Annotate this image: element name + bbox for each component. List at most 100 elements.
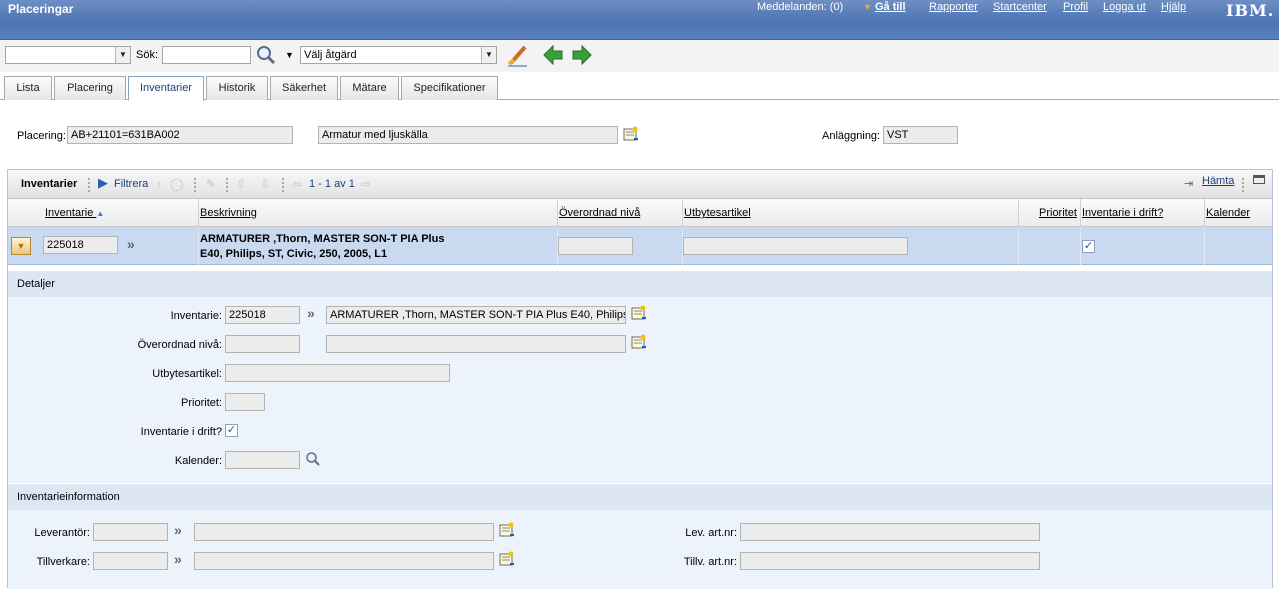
column-header-kalender[interactable]: Kalender (1206, 207, 1250, 219)
column-header-inventarie-i-drift[interactable]: Inventarie i drift? (1082, 207, 1163, 219)
detail-parent-description-field[interactable] (326, 335, 626, 353)
table-title: Inventarier (21, 178, 78, 190)
logout-link[interactable]: Logga ut (1103, 1, 1146, 13)
go-to-manufacturer-icon[interactable]: » (174, 551, 182, 567)
startcenter-link[interactable]: Startcenter (993, 1, 1047, 13)
manufacturer-field[interactable] (93, 552, 168, 570)
row-details-toggle-icon[interactable]: ▼ (11, 237, 31, 255)
location-label: Placering: (17, 130, 66, 142)
manufacturer-part-number-label: Tillv. art.nr: (683, 556, 737, 568)
vendor-label: Leverantör: (34, 527, 90, 539)
column-divider (1080, 227, 1081, 265)
detail-asset-label: Inventarie: (170, 310, 222, 322)
location-field[interactable]: AB+21101=631BA002 (67, 126, 293, 144)
tab-matare[interactable]: Mätare (340, 76, 399, 100)
reports-link[interactable]: Rapporter (929, 1, 978, 13)
column-divider (557, 199, 558, 227)
filter-button[interactable]: Filtrera (114, 178, 148, 190)
details-section: Inventarie: 225018 » ARMATURER ,Thorn, M… (8, 297, 1272, 483)
find-disabled-icon: ◯ (170, 177, 184, 191)
detail-in-operation-checkbox[interactable]: ✓ (225, 424, 238, 437)
location-description-field[interactable]: Armatur med ljuskälla (318, 126, 618, 144)
collapse-icon: › (157, 177, 161, 191)
column-header-prioritet[interactable]: Prioritet (1039, 207, 1077, 219)
detail-asset-field[interactable]: 225018 (225, 306, 300, 324)
tab-placering[interactable]: Placering (54, 76, 126, 100)
tab-specifikationer[interactable]: Specifikationer (401, 76, 498, 100)
goto-label: Gå till (874, 1, 906, 13)
column-divider (198, 227, 199, 265)
detail-calendar-field[interactable] (225, 451, 300, 469)
column-header-inventarie[interactable]: Inventarie ▲ (45, 207, 104, 219)
move-up-icon: ⇧ (236, 177, 247, 191)
toolbar-separator (226, 178, 228, 192)
column-header-beskrivning[interactable]: Beskrivning (200, 207, 257, 219)
tab-inventarier[interactable]: Inventarier (128, 76, 204, 101)
vendor-field[interactable] (93, 523, 168, 541)
asset-info-section: Leverantör: » Lev. art.nr: Tillverkare: … (8, 510, 1272, 589)
table-toolbar: Inventarier ▶ Filtrera › ◯ ✎ ⇧ ⇩ ⇦ 1 - 1… (8, 170, 1272, 199)
detail-asset-description-field[interactable]: ARMATURER ,Thorn, MASTER SON-T PIA Plus … (326, 306, 626, 324)
long-description-icon[interactable] (631, 305, 647, 321)
toolbar-separator (282, 178, 284, 192)
detail-calendar-label: Kalender: (174, 455, 222, 467)
long-description-icon[interactable] (623, 126, 639, 142)
site-field[interactable]: VST (883, 126, 958, 144)
help-link[interactable]: Hjälp (1161, 1, 1186, 13)
column-header-overordnad-niva[interactable]: Överordnad nivå (559, 207, 640, 219)
chevron-down-icon[interactable]: ▼ (481, 47, 496, 63)
long-description-icon[interactable] (499, 522, 515, 538)
goto-arrow-icon: ▼ (863, 2, 872, 12)
long-description-icon[interactable] (499, 551, 515, 567)
row-description-line1: ARMATURER ,Thorn, MASTER SON-T PIA Plus (200, 233, 445, 245)
messages-link[interactable]: Meddelanden: (0) (757, 1, 843, 13)
previous-record-icon[interactable] (542, 44, 564, 66)
chevron-down-icon[interactable]: ▼ (115, 47, 130, 63)
manufacturer-part-number-field[interactable] (740, 552, 1040, 570)
table-row[interactable]: ▼ 225018 » ARMATURER ,Thorn, MASTER SON-… (8, 227, 1272, 265)
long-description-icon[interactable] (631, 334, 647, 350)
clear-changes-icon[interactable] (505, 43, 529, 67)
asset-info-section-header: Inventarieinformation (8, 484, 1272, 510)
search-icon[interactable] (305, 451, 321, 467)
go-to-asset-icon[interactable]: » (127, 236, 135, 252)
row-description-line2: E40, Philips, ST, Civic, 250, 2005, L1 (200, 248, 388, 260)
saved-query-select[interactable]: ▼ (5, 46, 131, 64)
vendor-description-field[interactable] (194, 523, 494, 541)
detail-rotating-item-field[interactable] (225, 364, 450, 382)
toolbar-separator (194, 178, 196, 192)
vendor-part-number-label: Lev. art.nr: (685, 527, 737, 539)
search-input[interactable] (162, 46, 251, 64)
table-header: Inventarie ▲ Beskrivning Överordnad nivå… (8, 199, 1272, 227)
edit-disabled-icon: ✎ (206, 177, 217, 191)
detail-priority-field[interactable] (225, 393, 265, 411)
action-dropdown-icon[interactable]: ▼ (285, 50, 294, 60)
tab-historik[interactable]: Historik (206, 76, 268, 100)
go-to-vendor-icon[interactable]: » (174, 522, 182, 538)
vendor-part-number-field[interactable] (740, 523, 1040, 541)
download-icon[interactable]: ⇥ (1184, 177, 1193, 190)
ibm-logo: IBM. (1226, 1, 1275, 20)
filter-arrow-icon[interactable]: ▶ (98, 175, 108, 191)
profile-link[interactable]: Profil (1063, 1, 1088, 13)
minimize-table-icon[interactable] (1253, 175, 1265, 184)
download-link[interactable]: Hämta (1202, 175, 1234, 187)
sort-ascending-icon[interactable]: ▲ (96, 209, 104, 218)
manufacturer-description-field[interactable] (194, 552, 494, 570)
tab-lista[interactable]: Lista (4, 76, 52, 100)
row-in-operation-checkbox[interactable]: ✓ (1082, 240, 1095, 253)
detail-parent-field[interactable] (225, 335, 300, 353)
toolbar-separator (88, 178, 90, 192)
goto-menu[interactable]: ▼ Gå till (863, 1, 906, 13)
search-icon[interactable] (255, 44, 277, 66)
toolbar-separator (1242, 178, 1244, 192)
row-parent-field[interactable] (558, 237, 633, 255)
next-record-icon[interactable] (571, 44, 593, 66)
column-header-utbytesartikel[interactable]: Utbytesartikel (684, 207, 751, 219)
tab-sakerhet[interactable]: Säkerhet (270, 76, 338, 100)
row-asset-field[interactable]: 225018 (43, 236, 118, 254)
app-title: Placeringar (8, 2, 74, 16)
action-select[interactable]: Välj åtgärd ▼ (300, 46, 497, 64)
go-to-asset-icon[interactable]: » (307, 305, 315, 321)
row-rotating-item-field[interactable] (683, 237, 908, 255)
